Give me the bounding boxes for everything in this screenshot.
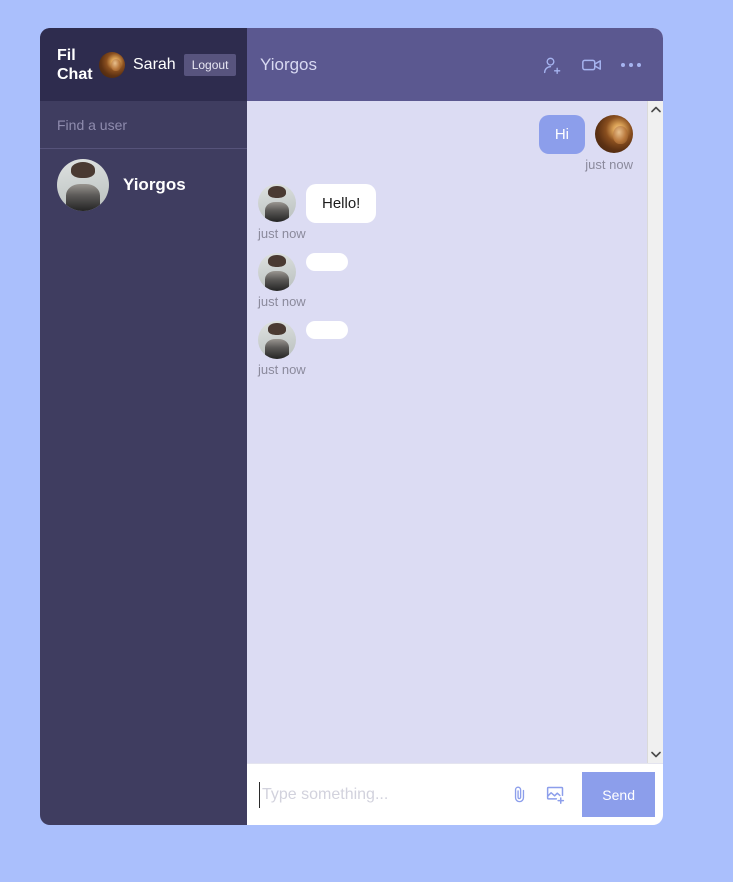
yiorgos-avatar [258, 184, 296, 222]
message-bubble [306, 253, 348, 271]
message-row: just now [247, 253, 647, 309]
messages-area: Hi just now Hello! just now just now jus… [247, 101, 663, 763]
message-row: Hi just now [247, 115, 647, 172]
scroll-up-icon[interactable] [648, 101, 664, 118]
chat-panel: Yiorgos Hi just now Hello! just now just… [247, 28, 663, 825]
dot-1 [621, 62, 625, 67]
message-timestamp: just now [258, 226, 306, 241]
composer-actions [494, 784, 582, 805]
list-item[interactable]: Yiorgos [40, 149, 247, 221]
message-composer: Send [247, 763, 663, 825]
message-line [258, 321, 348, 359]
message-timestamp: just now [258, 294, 306, 309]
message-line: Hi [538, 115, 633, 154]
dot-2 [629, 62, 633, 67]
app-logo: Fil Chat [57, 46, 99, 84]
message-group: Hello! just now [258, 184, 377, 241]
user-list: Yiorgos [40, 149, 247, 825]
messages-scrollbar[interactable] [647, 101, 663, 763]
message-list: Hi just now Hello! just now just now jus… [247, 101, 647, 763]
chat-header-actions [543, 54, 641, 76]
message-bubble [306, 321, 348, 339]
sidebar: Fil Chat Sarah Logout Yiorgos [40, 28, 247, 825]
find-user-field[interactable] [40, 101, 247, 149]
message-line [258, 253, 348, 291]
message-row: just now [247, 321, 647, 377]
logout-button[interactable]: Logout [183, 53, 237, 76]
sarah-avatar [595, 115, 633, 153]
message-group: just now [258, 321, 348, 377]
add-person-icon[interactable] [543, 55, 563, 75]
chat-header: Yiorgos [247, 28, 663, 101]
video-call-icon[interactable] [581, 54, 603, 76]
chat-title: Yiorgos [260, 54, 318, 74]
app-logo-line-2: Chat [57, 65, 93, 83]
app-logo-line-1: Fil [57, 46, 76, 64]
message-timestamp: just now [258, 362, 306, 377]
message-group: just now [258, 253, 348, 309]
message-line: Hello! [258, 184, 377, 223]
message-bubble: Hello! [306, 184, 377, 223]
message-bubble: Hi [538, 115, 585, 154]
current-user-name: Sarah [133, 55, 176, 73]
current-user-block: Sarah Logout [99, 51, 237, 78]
send-button[interactable]: Send [582, 772, 655, 817]
search-input[interactable] [57, 116, 230, 133]
yiorgos-avatar [57, 159, 109, 211]
message-input[interactable] [259, 781, 495, 808]
chat-app-window: Fil Chat Sarah Logout Yiorgos Yiorgos [40, 28, 663, 825]
paperclip-icon[interactable] [510, 785, 529, 804]
scroll-down-icon[interactable] [648, 746, 664, 763]
more-options-icon[interactable] [621, 62, 641, 67]
dot-3 [637, 62, 641, 67]
sarah-avatar [99, 51, 125, 78]
message-row: Hello! just now [247, 184, 647, 241]
add-image-icon[interactable] [545, 784, 566, 805]
message-group: Hi just now [538, 115, 633, 172]
user-item-label: Yiorgos [123, 175, 186, 194]
message-timestamp: just now [585, 157, 633, 172]
sidebar-header: Fil Chat Sarah Logout [40, 28, 247, 101]
yiorgos-avatar [258, 321, 296, 359]
yiorgos-avatar [258, 253, 296, 291]
